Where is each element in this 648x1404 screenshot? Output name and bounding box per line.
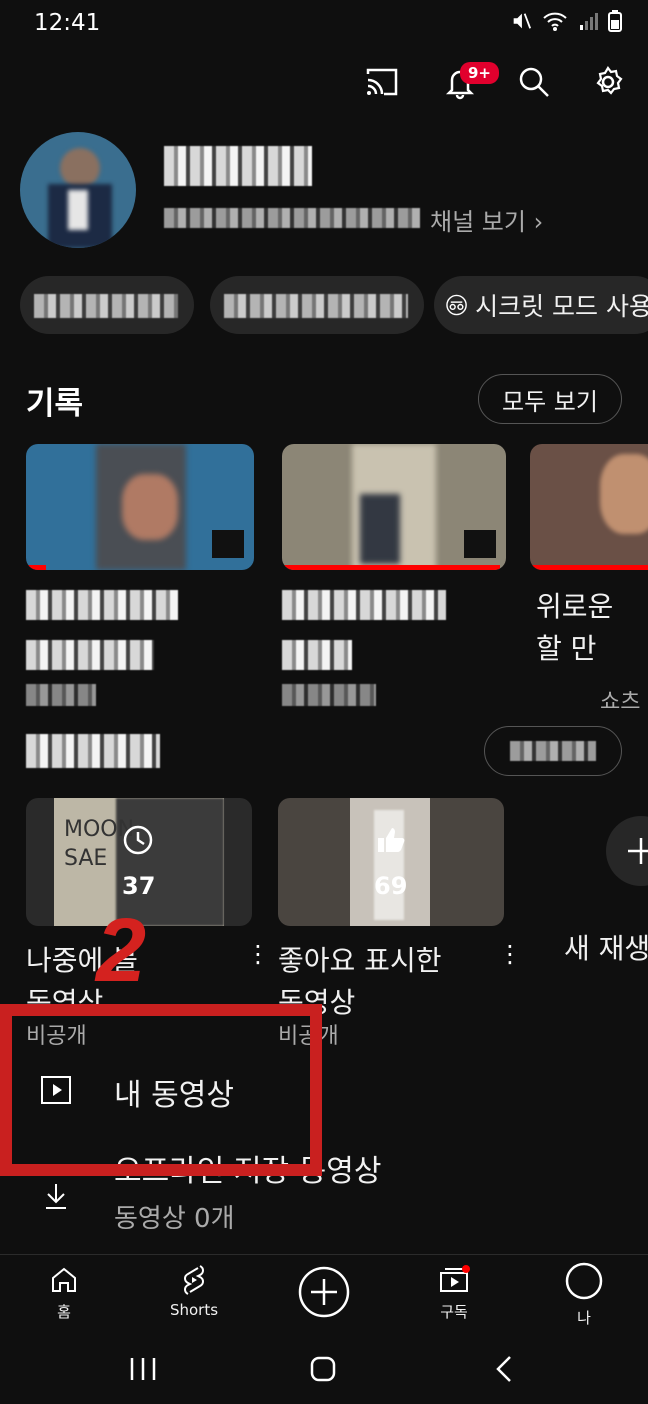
- channel-handle-redacted: [164, 208, 420, 228]
- history-video-title-2b: [282, 640, 352, 670]
- avatar[interactable]: [20, 132, 136, 248]
- shorts-icon: [184, 1265, 204, 1295]
- home-button-icon[interactable]: [308, 1354, 338, 1384]
- incognito-pill[interactable]: 시크릿 모드 사용: [434, 276, 648, 334]
- profile-circle-icon: [565, 1262, 603, 1300]
- history-video-meta-1: [26, 684, 96, 706]
- nav-me[interactable]: 나: [534, 1261, 634, 1328]
- history-video-thumb-1[interactable]: [26, 444, 254, 570]
- nav-me-label: 나: [577, 1309, 591, 1327]
- view-channel-link[interactable]: 채널 보기 ›: [430, 202, 543, 237]
- nav-home-label: 홈: [57, 1303, 71, 1321]
- cast-icon[interactable]: [362, 62, 402, 102]
- history-video-meta-2: [282, 684, 376, 706]
- notification-badge: 9+: [460, 62, 500, 84]
- status-icons: [510, 10, 622, 32]
- nav-create[interactable]: [274, 1265, 374, 1323]
- liked-videos-more-icon[interactable]: ⋮: [498, 940, 522, 968]
- settings-gear-icon[interactable]: [588, 62, 628, 102]
- home-icon: [52, 1267, 76, 1292]
- search-icon[interactable]: [514, 62, 554, 102]
- nav-shorts-label: Shorts: [169, 1301, 219, 1319]
- bottom-nav: 홈 Shorts 구독 나: [0, 1254, 648, 1338]
- history-video-title-1: [26, 590, 178, 620]
- channel-name-redacted: [164, 146, 312, 186]
- history-video-thumb-3[interactable]: [530, 444, 648, 570]
- annotation-step-number: 2: [96, 901, 147, 1001]
- offline-videos-sub: 동영상 0개: [114, 1204, 235, 1234]
- annotation-highlight-box: [0, 1004, 322, 1176]
- history-video-title-2: [282, 590, 446, 620]
- incognito-icon: [446, 294, 467, 316]
- clock-icon: [123, 825, 153, 855]
- wifi-icon: [543, 12, 567, 31]
- create-plus-icon: [298, 1266, 350, 1318]
- playlists-see-all-button[interactable]: [484, 726, 622, 776]
- download-icon: [46, 1184, 66, 1209]
- liked-videos-count: 69: [374, 872, 408, 900]
- incognito-label: 시크릿 모드 사용: [475, 292, 648, 321]
- history-video-title-1b: [26, 640, 154, 670]
- watch-later-count: 37: [122, 872, 156, 900]
- plus-icon: [628, 838, 648, 864]
- google-account-pill[interactable]: [210, 276, 424, 334]
- liked-videos-thumb[interactable]: 69: [278, 798, 504, 926]
- back-icon[interactable]: [492, 1354, 516, 1384]
- new-playlist-label[interactable]: 새 재생: [564, 928, 648, 970]
- thumbs-up-icon: [378, 828, 405, 852]
- nav-subscriptions-label: 구독: [440, 1303, 468, 1321]
- mute-icon: [513, 13, 532, 29]
- system-nav-bar: [0, 1338, 648, 1404]
- nav-shorts[interactable]: Shorts: [144, 1265, 244, 1319]
- history-title: 기록: [26, 386, 84, 422]
- new-playlist-button[interactable]: [606, 816, 648, 886]
- playlists-title: [26, 734, 160, 768]
- history-video-thumb-2[interactable]: [282, 444, 506, 570]
- history-video-title-3: 위로운 할 만: [536, 590, 614, 665]
- history-video-meta-3: 쇼츠: [600, 690, 641, 715]
- status-time: 12:41: [34, 10, 101, 36]
- switch-account-pill[interactable]: [20, 276, 194, 334]
- subscriptions-icon: [440, 1265, 470, 1292]
- nav-home[interactable]: 홈: [14, 1265, 114, 1322]
- signal-icon: [580, 13, 598, 30]
- history-see-all-button[interactable]: 모두 보기: [478, 374, 622, 424]
- watch-later-more-icon[interactable]: ⋮: [246, 940, 270, 968]
- battery-icon: [608, 10, 622, 32]
- nav-subscriptions[interactable]: 구독: [404, 1265, 504, 1322]
- recent-apps-icon[interactable]: [128, 1356, 158, 1382]
